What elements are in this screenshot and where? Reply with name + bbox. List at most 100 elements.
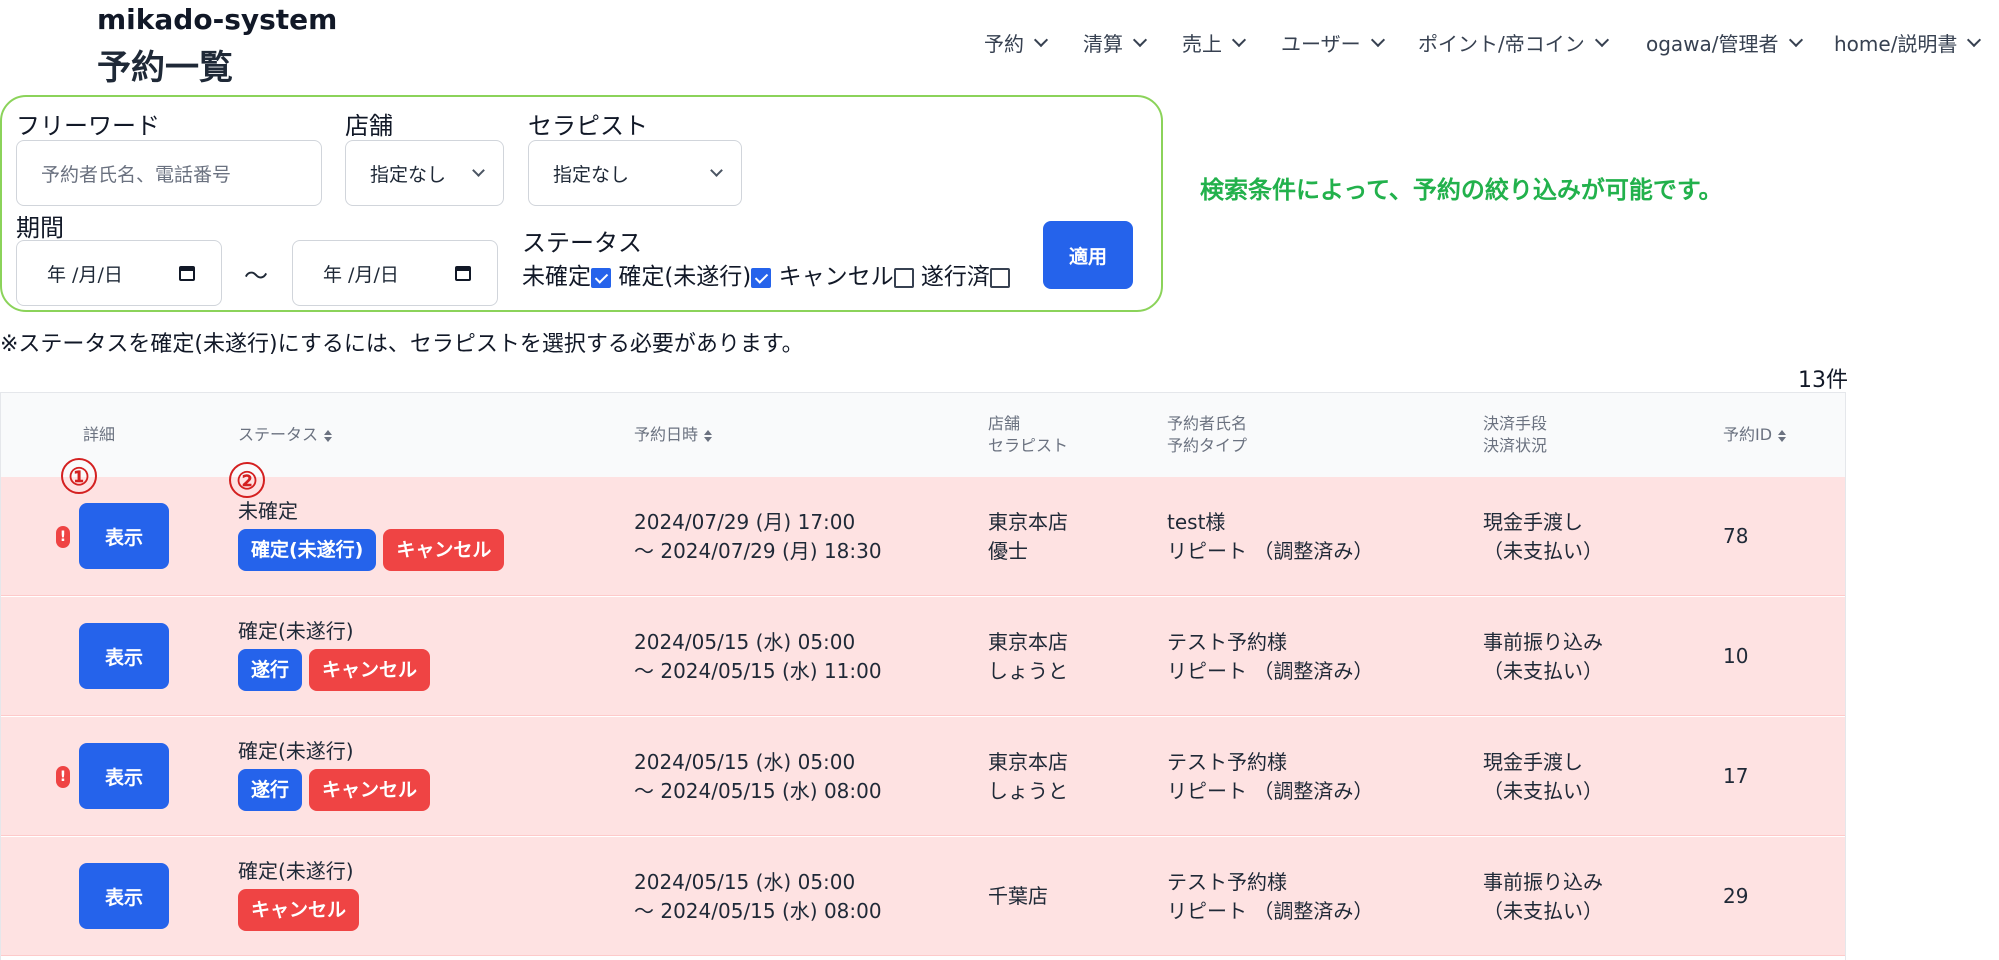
store-select[interactable]: 指定なし <box>345 140 504 206</box>
header-customer-type: 予約者氏名 予約タイプ <box>1167 413 1247 457</box>
nav-label: 売上 <box>1182 32 1222 56</box>
store-therapist: 東京本店 しょうと <box>988 748 1068 806</box>
store-therapist: 東京本店 優士 <box>988 508 1068 566</box>
nav-menu-points[interactable]: ポイント/帝コイン <box>1418 28 1609 57</box>
customer-name: テスト予約様 <box>1167 630 1287 654</box>
apply-button[interactable]: 適用 <box>1043 221 1133 289</box>
status-actions: 遂行 キャンセル <box>238 649 437 691</box>
store-select-value: 指定なし <box>370 163 447 186</box>
store-therapist: 東京本店 しょうと <box>988 628 1068 686</box>
date-to-input[interactable]: 年 /月/日 <box>292 240 498 306</box>
reservation-type: リピート （調整済み） <box>1167 899 1374 923</box>
payment-method: 事前振り込み <box>1483 870 1603 894</box>
annotation-marker-2: ② <box>229 462 265 498</box>
header-therapist: セラピスト <box>988 436 1069 455</box>
status-text: 未確定 <box>238 499 298 523</box>
sort-icon <box>1778 429 1787 442</box>
customer-name: テスト予約様 <box>1167 750 1287 774</box>
complete-button[interactable]: 遂行 <box>238 649 303 691</box>
freeword-label: フリーワード <box>16 112 160 140</box>
chevron-down-icon <box>1788 32 1803 47</box>
sort-icon <box>704 429 713 442</box>
nav-label: ogawa/管理者 <box>1646 32 1779 56</box>
page-title: 予約一覧 <box>97 48 233 88</box>
header-store: 店舗 <box>988 414 1021 433</box>
calendar-icon[interactable] <box>455 265 471 281</box>
payment-info: 事前振り込み （未支払い） <box>1483 868 1603 926</box>
payment-info: 事前振り込み （未支払い） <box>1483 628 1603 686</box>
nav-menu-users[interactable]: ユーザー <box>1281 28 1385 57</box>
header-status-label: ステータス <box>238 425 319 444</box>
table-header: 詳細 ステータス 予約日時 店舗 セラピスト 予約者氏名 予約タイプ 決済手段 決済状… <box>1 393 1845 478</box>
store-name: 東京本店 <box>988 630 1068 654</box>
nav-menu-account[interactable]: ogawa/管理者 <box>1646 28 1803 57</box>
complete-button[interactable]: 遂行 <box>238 769 303 811</box>
table-row: ! 表示 確定(未遂行) 遂行 キャンセル 2024/05/15 (水) 05:0… <box>1 717 1845 836</box>
reservation-type: リピート （調整済み） <box>1167 659 1374 683</box>
reservation-datetime: 2024/07/29 (月) 17:00 〜 2024/07/29 (月) 18:… <box>634 508 882 566</box>
header-payment-method: 決済手段 <box>1483 414 1548 433</box>
store-label: 店舗 <box>345 112 393 140</box>
header-customer: 予約者氏名 <box>1167 414 1248 433</box>
nav-menu-settlement[interactable]: 清算 <box>1083 28 1148 57</box>
status-checkbox-done[interactable] <box>989 267 1010 288</box>
start-time: 2024/05/15 (水) 05:00 <box>634 630 856 654</box>
header-detail: 詳細 <box>83 425 116 444</box>
status-checkbox-unconfirmed[interactable] <box>591 267 611 288</box>
start-time: 2024/05/15 (水) 05:00 <box>634 750 856 774</box>
header-datetime[interactable]: 予約日時 <box>634 424 713 446</box>
date-from-value: 年 /月/日 <box>47 263 123 286</box>
payment-status: （未支払い） <box>1483 779 1603 803</box>
show-detail-button[interactable]: 表示 <box>79 863 169 929</box>
search-hint: 検索条件によって、予約の絞り込みが可能です。 <box>1200 176 1723 204</box>
show-detail-button[interactable]: 表示 <box>79 623 169 689</box>
confirm-button[interactable]: 確定(未遂行) <box>238 529 377 571</box>
status-text: 確定(未遂行) <box>238 739 354 763</box>
header-id[interactable]: 予約ID <box>1723 424 1787 446</box>
chevron-down-icon <box>710 163 723 177</box>
status-checkbox-confirmed[interactable] <box>751 267 772 288</box>
chevron-down-icon <box>1594 32 1609 47</box>
end-time: 〜 2024/05/15 (水) 08:00 <box>634 779 882 803</box>
freeword-input[interactable]: 予約者氏名、電話番号 <box>16 140 322 206</box>
status-option-label: 確定(未遂行) <box>618 264 752 290</box>
nav-label: home/説明書 <box>1834 32 1958 56</box>
chevron-down-icon <box>1033 32 1049 47</box>
payment-info: 現金手渡し （未支払い） <box>1483 748 1603 806</box>
customer-info: テスト予約様 リピート （調整済み） <box>1167 748 1373 806</box>
cancel-button[interactable]: キャンセル <box>383 529 505 571</box>
chevron-down-icon <box>1370 32 1385 47</box>
therapist-name: 優士 <box>988 539 1028 563</box>
status-text: 確定(未遂行) <box>238 619 354 643</box>
period-label: 期間 <box>16 214 64 242</box>
payment-method: 事前振り込み <box>1483 630 1603 654</box>
show-detail-button[interactable]: 表示 <box>79 503 169 569</box>
customer-info: テスト予約様リピート （調整済み） <box>1167 628 1373 686</box>
header-id-label: 予約ID <box>1723 425 1773 444</box>
alert-icon: ! <box>56 766 70 788</box>
store-name: 東京本店 <box>988 510 1068 534</box>
store-name: 東京本店 <box>988 750 1068 774</box>
therapist-select[interactable]: 指定なし <box>528 140 742 206</box>
nav-menu-sales[interactable]: 売上 <box>1182 28 1247 57</box>
status-filter-label: ステータス <box>522 229 642 257</box>
cancel-button[interactable]: キャンセル <box>238 889 360 931</box>
date-from-input[interactable]: 年 /月/日 <box>16 240 222 306</box>
freeword-placeholder: 予約者氏名、電話番号 <box>41 163 232 186</box>
date-to-value: 年 /月/日 <box>323 263 399 286</box>
status-checkbox-cancel[interactable] <box>893 267 914 288</box>
status-actions: 確定(未遂行) キャンセル <box>238 529 511 571</box>
cancel-button[interactable]: キャンセル <box>309 769 431 811</box>
status-option-label: 遂行済 <box>920 264 990 290</box>
header-status[interactable]: ステータス <box>238 424 333 446</box>
customer-info: test様 リピート （調整済み） <box>1167 508 1373 566</box>
reservation-id: 10 <box>1723 644 1749 668</box>
calendar-icon[interactable] <box>179 265 195 281</box>
show-detail-button[interactable]: 表示 <box>79 743 169 809</box>
nav-menu-home[interactable]: home/説明書 <box>1834 28 1982 57</box>
annotation-marker-1: ① <box>61 458 97 494</box>
nav-menu-reservation[interactable]: 予約 <box>984 28 1049 57</box>
payment-status: （未支払い） <box>1483 539 1603 563</box>
cancel-button[interactable]: キャンセル <box>309 649 431 691</box>
reservation-id: 17 <box>1723 764 1749 788</box>
